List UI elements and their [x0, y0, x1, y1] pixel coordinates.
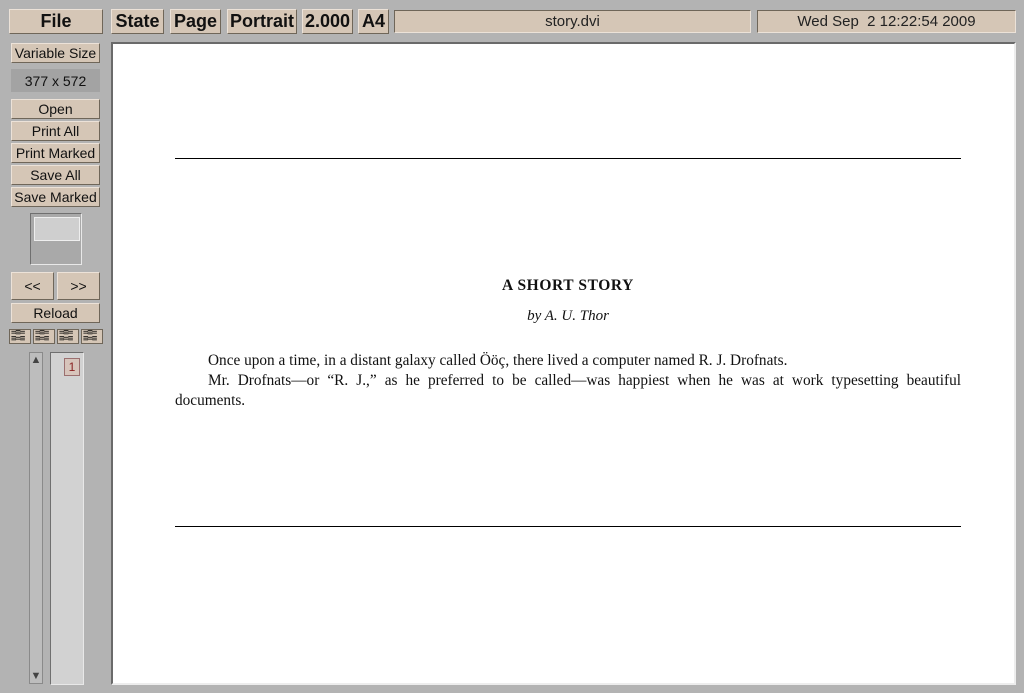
orientation-button[interactable]: Portrait: [227, 9, 297, 34]
zoom-button[interactable]: 2.000: [302, 9, 353, 34]
scroll-up-icon[interactable]: ▲: [30, 353, 42, 367]
variable-size-button[interactable]: Variable Size: [11, 43, 100, 63]
next-page-label: >>: [70, 278, 87, 294]
paragraph-1: Once upon a time, in a distant galaxy ca…: [208, 352, 788, 369]
scroll-down-glyph: ▼: [30, 670, 42, 682]
open-label: Open: [38, 101, 73, 117]
unmark-all-icon[interactable]: =≡= ≡=≡: [81, 329, 103, 344]
footer-rule: [175, 526, 961, 527]
page-size-display: 377 x 572: [11, 69, 100, 92]
filename-display: story.dvi: [394, 10, 751, 33]
panner-thumb[interactable]: [34, 217, 80, 241]
save-all-label: Save All: [30, 167, 81, 183]
document-title: A SHORT STORY: [502, 277, 634, 294]
mark-odd-icon[interactable]: =≡= ≡=≡: [33, 329, 55, 344]
print-marked-button[interactable]: Print Marked: [11, 143, 100, 163]
previous-page-button[interactable]: <<: [11, 272, 54, 300]
document-viewport[interactable]: A SHORT STORY by A. U. Thor Once upon a …: [111, 42, 1016, 685]
page-size-text: 377 x 572: [24, 72, 87, 89]
header-rule: [175, 158, 961, 159]
page-panner[interactable]: [30, 213, 82, 265]
filename-text: story.dvi: [545, 13, 600, 30]
page-list-scrollbar[interactable]: ▲ ▼: [29, 352, 43, 684]
page-number: 1: [68, 360, 76, 374]
save-marked-label: Save Marked: [14, 189, 97, 205]
document-author: by A. U. Thor: [527, 308, 609, 324]
datetime-display: Wed Sep 2 12:22:54 2009: [757, 10, 1016, 33]
paper-size-label: A4: [361, 11, 385, 31]
print-all-button[interactable]: Print All: [11, 121, 100, 141]
scroll-down-icon[interactable]: ▼: [30, 669, 42, 683]
mark-even-icon[interactable]: =≡= ≡=≡: [57, 329, 79, 344]
file-menu-button[interactable]: File: [9, 9, 103, 34]
page-list: 1: [50, 352, 84, 685]
state-menu-button[interactable]: State: [111, 9, 164, 34]
document-body: Once upon a time, in a distant galaxy ca…: [175, 351, 961, 411]
paper-size-button[interactable]: A4: [358, 9, 389, 34]
print-all-label: Print All: [31, 123, 80, 139]
page-list-item[interactable]: 1: [64, 358, 80, 376]
reload-label: Reload: [33, 305, 78, 321]
paragraph-2: Mr. Drofnats—or “R. J.,” as he preferred…: [175, 372, 961, 409]
file-menu-label: File: [40, 11, 72, 31]
datetime-text: Wed Sep 2 12:22:54 2009: [797, 13, 976, 30]
print-marked-label: Print Marked: [15, 145, 96, 161]
page-menu-label: Page: [173, 11, 218, 31]
state-menu-label: State: [115, 11, 160, 31]
previous-page-label: <<: [24, 278, 41, 294]
mark-buttons: =≡= ≡=≡ =≡= ≡=≡ =≡= ≡=≡ =≡= ≡=≡: [9, 329, 103, 345]
mark-all-icon[interactable]: =≡= ≡=≡: [9, 329, 31, 344]
save-all-button[interactable]: Save All: [11, 165, 100, 185]
scroll-up-glyph: ▲: [30, 354, 42, 366]
save-marked-button[interactable]: Save Marked: [11, 187, 100, 207]
orientation-label: Portrait: [229, 11, 294, 31]
page-menu-button[interactable]: Page: [170, 9, 221, 34]
reload-button[interactable]: Reload: [11, 303, 100, 323]
zoom-label: 2.000: [304, 11, 351, 31]
open-button[interactable]: Open: [11, 99, 100, 119]
next-page-button[interactable]: >>: [57, 272, 100, 300]
variable-size-label: Variable Size: [14, 45, 97, 61]
